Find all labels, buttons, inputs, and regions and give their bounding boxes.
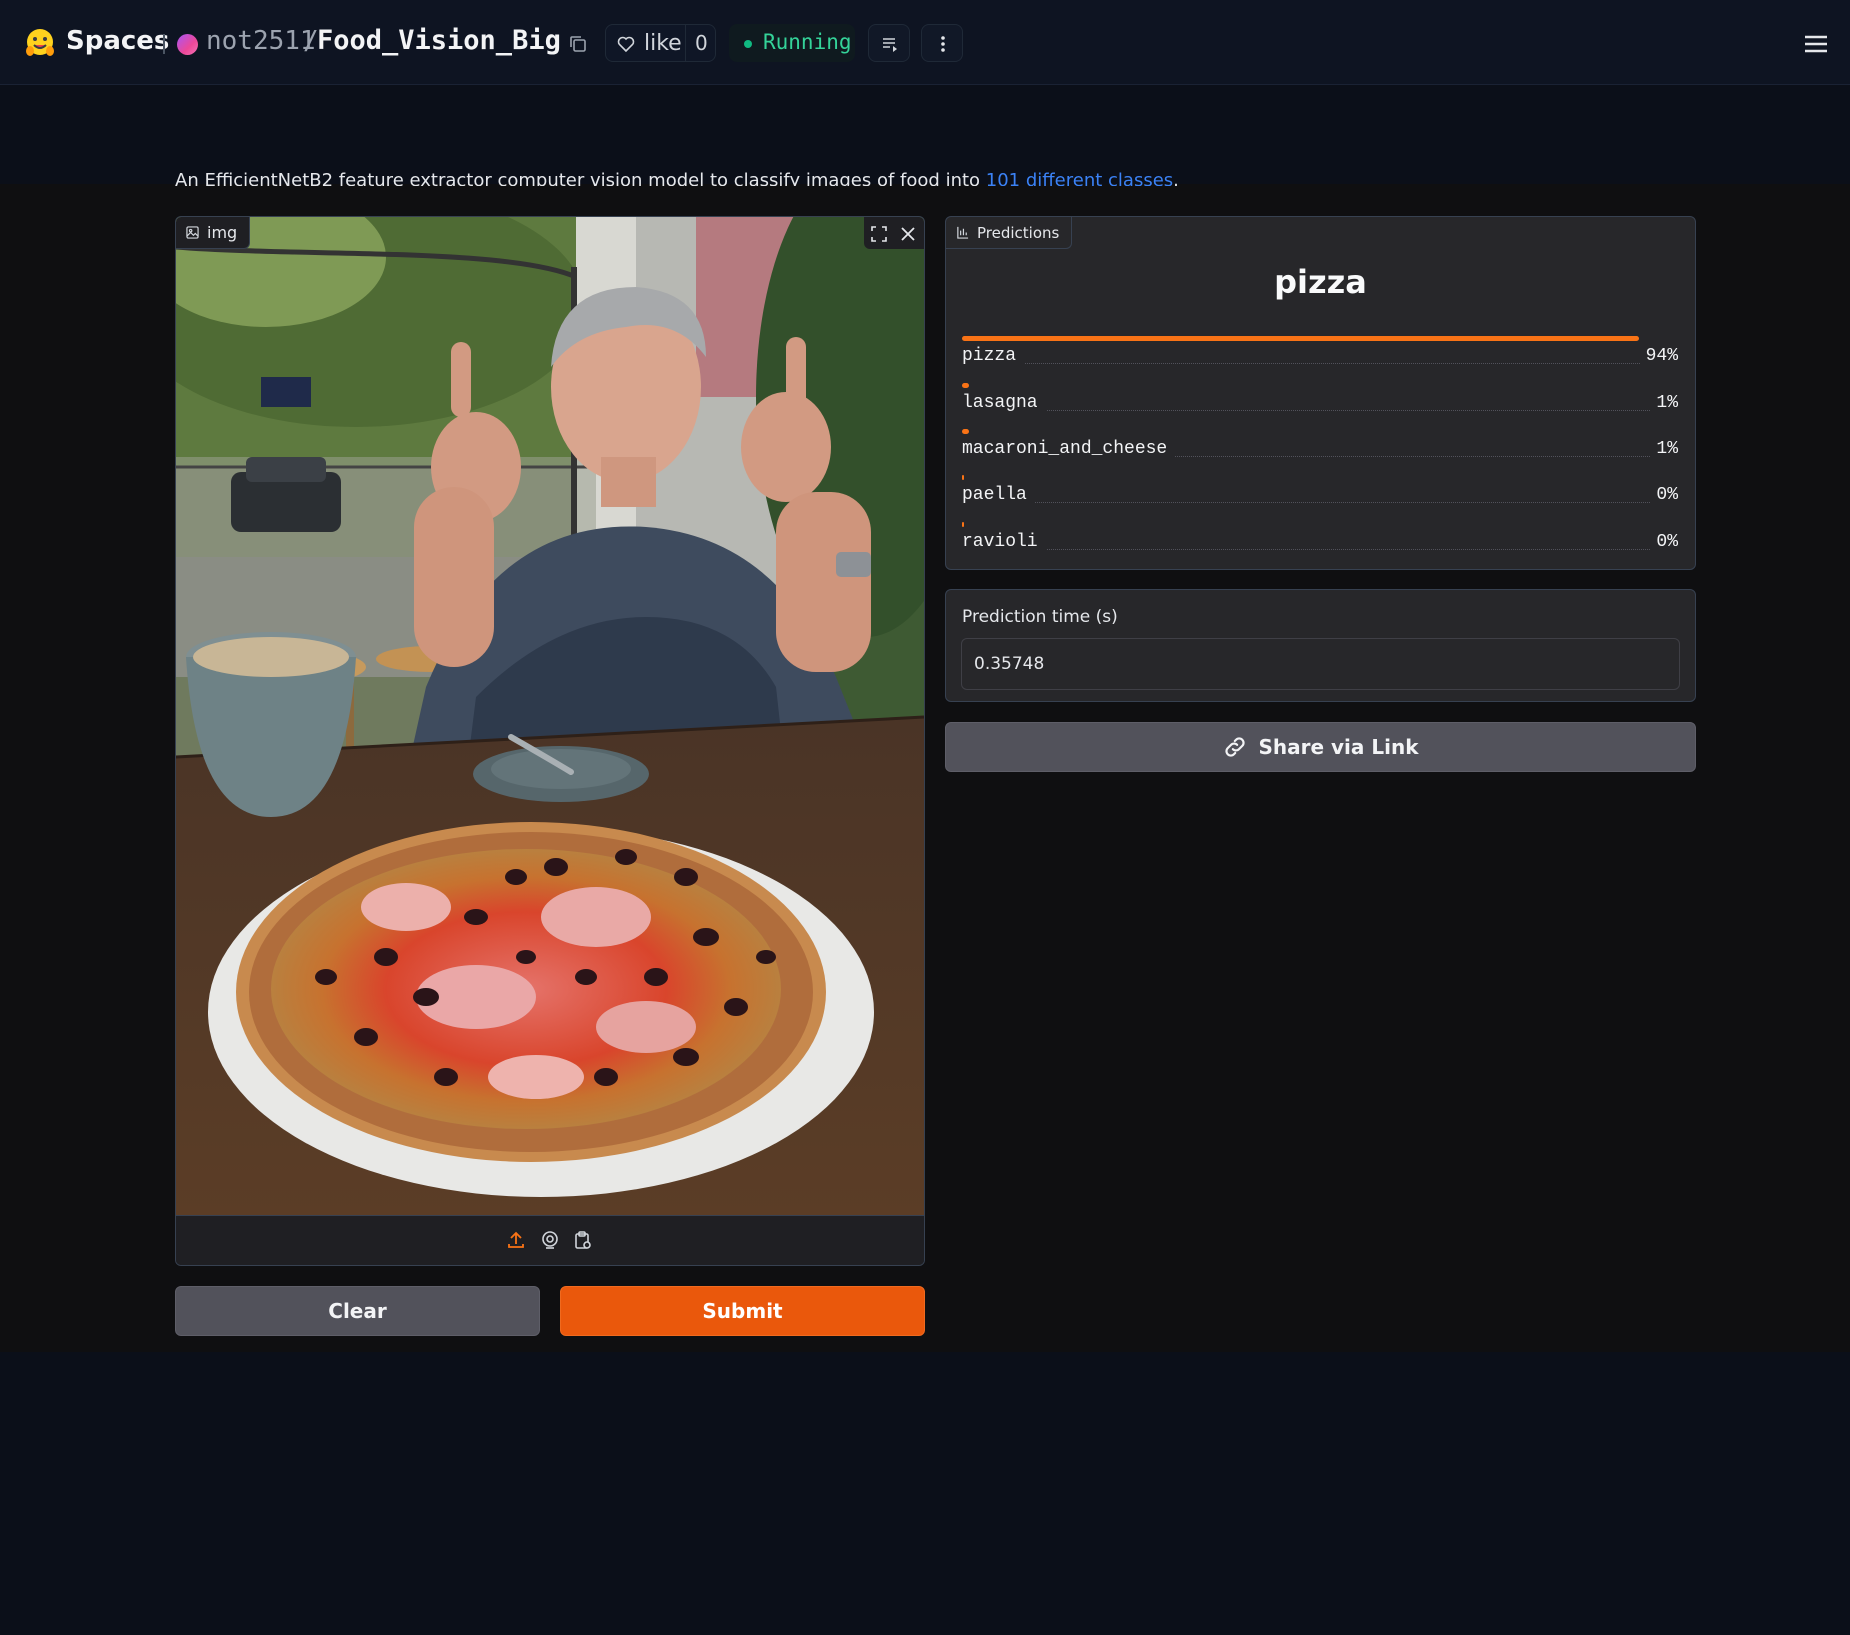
confidence-leader: [962, 410, 1678, 411]
hugging-face-logo-icon[interactable]: [24, 27, 56, 59]
upload-icon[interactable]: [506, 1230, 526, 1250]
confidence-label: macaroni_and_cheese: [962, 439, 1176, 459]
confidence-bar: [962, 522, 964, 527]
vertical-dots-icon: [941, 36, 945, 52]
status-dot: [744, 40, 752, 48]
predictions-label: Predictions: [946, 217, 1073, 249]
app-description: An EfficientNetB2 feature extractor comp…: [175, 168, 1179, 186]
owner-link[interactable]: not2511: [206, 26, 316, 56]
status-label: Running: [763, 30, 852, 54]
image-input-label: img: [176, 217, 251, 249]
image-icon: [186, 226, 199, 239]
confidence-bar: [962, 336, 1639, 341]
share-via-link-button[interactable]: Share via Link: [945, 722, 1696, 772]
close-icon[interactable]: [899, 225, 917, 243]
bar-chart-icon: [957, 226, 969, 239]
classes-link[interactable]: 101 different classes: [986, 170, 1173, 186]
image-input-panel[interactable]: img: [175, 216, 925, 1266]
image-toolbar: [864, 217, 924, 249]
confidence-label: lasagna: [962, 393, 1046, 413]
webcam-icon[interactable]: [540, 1230, 560, 1250]
spaces-link[interactable]: Spaces: [66, 26, 169, 56]
top-navbar: Spaces not2511 / Food_Vision_Big like 0 …: [0, 0, 1850, 85]
heart-icon: [617, 36, 635, 53]
confidence-label: pizza: [962, 346, 1025, 366]
confidence-bar: [962, 383, 970, 388]
confidence-percent: 0%: [1650, 485, 1678, 505]
confidence-leader: [962, 363, 1678, 364]
prediction-time-field[interactable]: 0.35748: [961, 638, 1680, 690]
confidence-label: ravioli: [962, 532, 1046, 552]
more-options-button[interactable]: [921, 24, 963, 62]
link-icon: [1225, 737, 1246, 757]
like-label: like: [644, 31, 682, 56]
logs-button[interactable]: [868, 24, 910, 62]
confidence-leader: [962, 549, 1678, 550]
copy-icon[interactable]: [568, 34, 588, 54]
confidence-percent: 0%: [1650, 532, 1678, 552]
confidence-label: paella: [962, 485, 1035, 505]
description-text: An EfficientNetB2 feature extractor comp…: [175, 170, 986, 186]
clipboard-icon[interactable]: [573, 1230, 593, 1250]
confidence-percent: 1%: [1650, 393, 1678, 413]
food-photo-illustration: [176, 217, 924, 1215]
logs-icon: [883, 38, 897, 52]
hamburger-menu-icon[interactable]: [1800, 30, 1832, 58]
status-badge[interactable]: Running: [729, 24, 855, 62]
prediction-time-panel: Prediction time (s) 0.35748: [945, 589, 1696, 702]
confidence-percent: 94%: [1639, 346, 1678, 366]
like-button[interactable]: like 0: [605, 24, 716, 62]
image-input-label-text: img: [207, 223, 238, 242]
prediction-time-label: Prediction time (s): [962, 607, 1118, 627]
top-prediction-label: pizza: [1274, 263, 1367, 301]
space-name-link[interactable]: Food_Vision_Big: [317, 25, 561, 56]
clear-button[interactable]: Clear: [175, 1286, 540, 1336]
confidence-leader: [962, 502, 1678, 503]
user-avatar[interactable]: [177, 34, 198, 55]
divider: [685, 25, 686, 61]
confidence-bar: [962, 475, 964, 480]
confidence-bar: [962, 429, 970, 434]
divider: [163, 34, 165, 54]
image-source-bar: [176, 1215, 924, 1265]
like-count[interactable]: 0: [695, 31, 708, 55]
predictions-panel: Predictions pizza pizza 94% lasagna 1% m…: [945, 216, 1696, 570]
fullscreen-icon[interactable]: [870, 225, 888, 243]
uploaded-food-photo: [176, 217, 924, 1215]
submit-button[interactable]: Submit: [560, 1286, 925, 1336]
confidence-percent: 1%: [1650, 439, 1678, 459]
predictions-label-text: Predictions: [977, 223, 1060, 242]
share-label: Share via Link: [1258, 735, 1419, 759]
description-suffix: .: [1173, 170, 1179, 186]
